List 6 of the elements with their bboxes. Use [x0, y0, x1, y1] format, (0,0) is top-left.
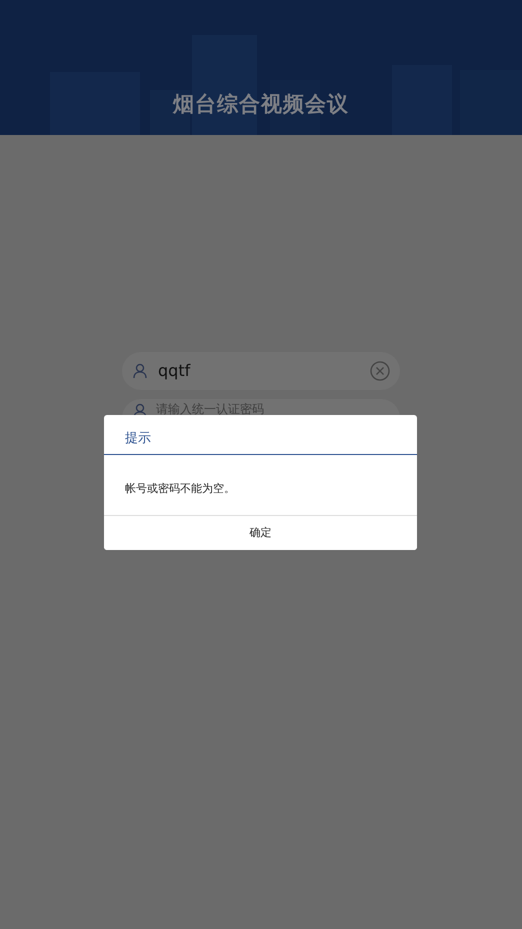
username-input[interactable]: qqtf	[156, 358, 362, 384]
app-title: 烟台综合视频会议	[172, 91, 350, 118]
username-field[interactable]: qqtf	[122, 352, 400, 390]
clear-icon[interactable]	[370, 361, 390, 381]
dialog-title: 提示	[104, 415, 417, 455]
user-icon	[132, 363, 148, 379]
